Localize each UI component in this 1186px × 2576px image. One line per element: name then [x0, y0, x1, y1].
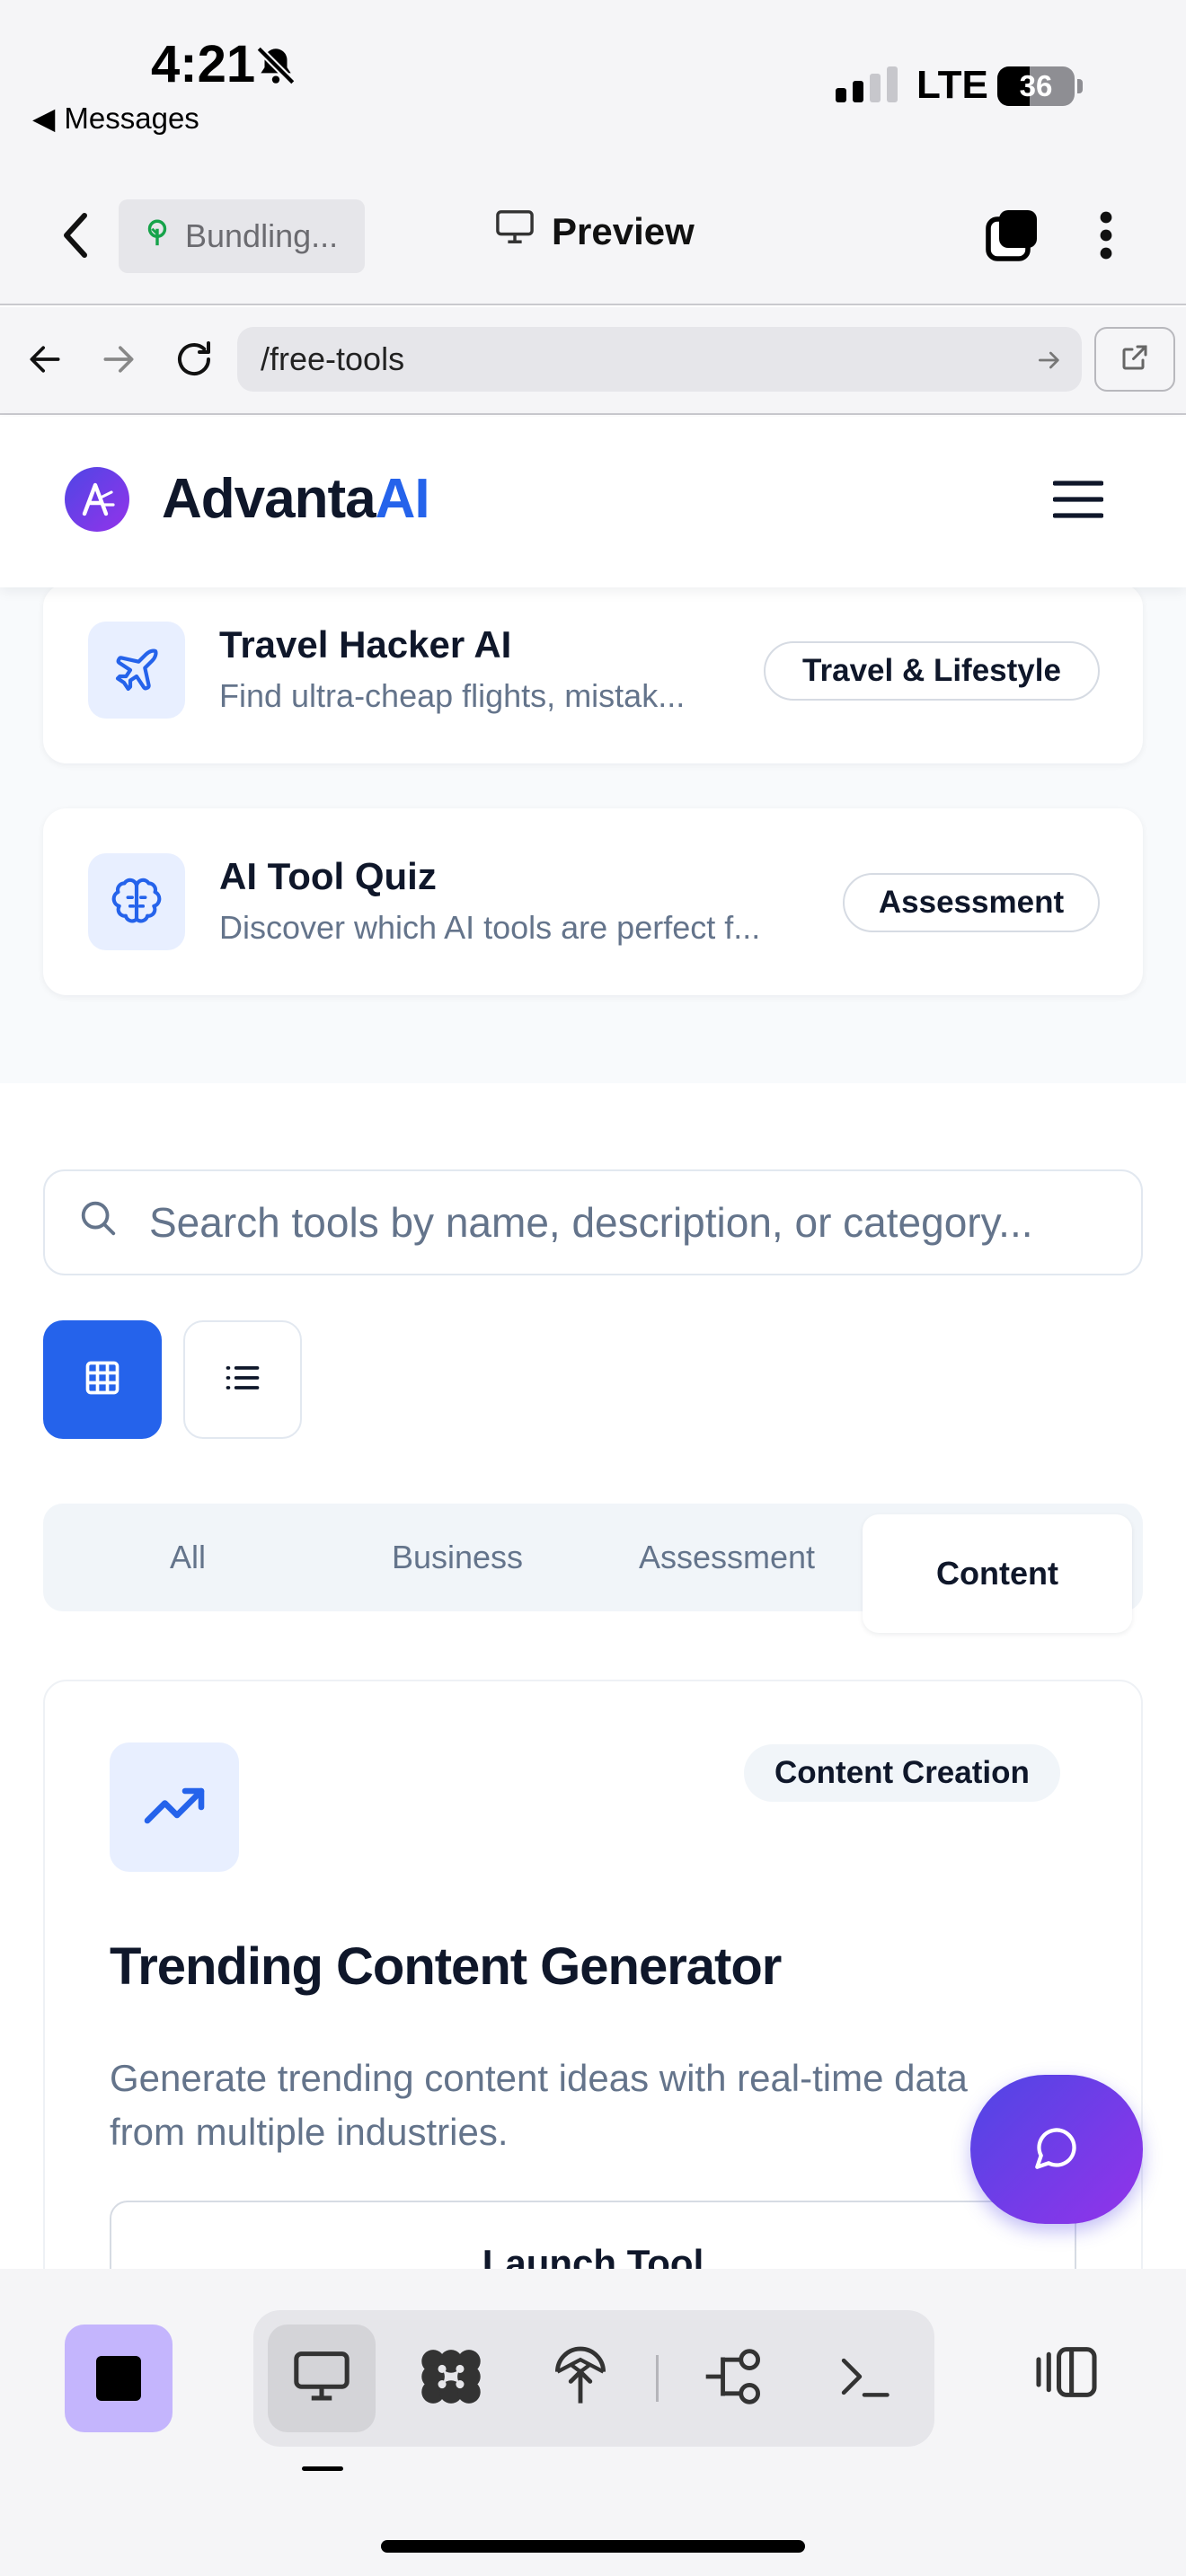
toolbar-divider: [656, 2355, 659, 2402]
search-input[interactable]: Search tools by name, description, or ca…: [43, 1169, 1143, 1275]
tool-name: AI Tool Quiz: [219, 855, 437, 897]
hamburger-menu-icon[interactable]: [1052, 480, 1104, 524]
plane-icon: [88, 622, 185, 719]
project-status-label: Bundling...: [185, 217, 339, 254]
tool-category-badge: Assessment: [843, 873, 1100, 932]
grid-icon: [83, 1358, 122, 1402]
url-path: /free-tools: [261, 340, 405, 377]
battery-level: 36: [1019, 69, 1053, 102]
back-chevron-icon[interactable]: [56, 208, 95, 267]
list-icon: [223, 1358, 262, 1402]
nav-forward-icon[interactable]: [99, 340, 138, 384]
tool-description: Discover which AI tools are perfect f...: [219, 909, 761, 946]
tool-card[interactable]: Travel Hacker AI Find ultra-cheap flight…: [43, 584, 1143, 763]
category-badge: Content Creation: [744, 1744, 1060, 1802]
chat-button[interactable]: [970, 2075, 1143, 2224]
monitor-tool-button[interactable]: [268, 2325, 376, 2432]
stop-button[interactable]: [65, 2325, 173, 2432]
tree-icon: [142, 217, 173, 256]
tool-description: Find ultra-cheap flights, mistak...: [219, 677, 686, 714]
battery-icon: 36: [997, 66, 1075, 106]
project-status-pill[interactable]: Bundling...: [119, 199, 365, 273]
status-time: 4:21: [151, 35, 256, 93]
grid-view-button[interactable]: [43, 1320, 162, 1439]
git-branch-icon: [704, 2348, 766, 2409]
back-to-messages[interactable]: ◀ Messages: [32, 101, 199, 136]
tab-all[interactable]: All: [56, 1504, 320, 1611]
tool-category-badge: Travel & Lifestyle: [764, 641, 1100, 701]
brand-main: Advanta: [162, 468, 376, 530]
network-type: LTE: [916, 63, 988, 107]
puzzle-tool-button[interactable]: [397, 2325, 505, 2432]
chat-bubble-icon: [1033, 2124, 1080, 2175]
search-icon: [77, 1197, 119, 1248]
list-view-button[interactable]: [183, 1320, 302, 1439]
search-placeholder: Search tools by name, description, or ca…: [149, 1199, 1033, 1246]
deploy-icon: [551, 2345, 610, 2413]
back-app-label: Messages: [64, 101, 199, 135]
tool-name: Travel Hacker AI: [219, 623, 512, 666]
silent-bell-icon: [253, 43, 298, 93]
monitor-icon: [291, 2349, 352, 2409]
stop-icon: [96, 2356, 141, 2401]
nav-back-icon[interactable]: [25, 340, 65, 384]
more-menu-icon[interactable]: [1098, 210, 1114, 265]
monitor-icon: [494, 208, 535, 255]
brand-name[interactable]: AdvantaAI: [162, 467, 430, 531]
home-indicator: [381, 2540, 805, 2553]
tool-description: Generate trending content ideas with rea…: [110, 2057, 968, 2153]
terminal-icon: [836, 2351, 892, 2406]
tool-card[interactable]: AI Tool Quiz Discover which AI tools are…: [43, 808, 1143, 995]
signal-icon: [836, 66, 898, 102]
brand-accent: AI: [375, 468, 430, 530]
puzzle-icon: [418, 2345, 484, 2413]
tab-assessment[interactable]: Assessment: [595, 1504, 859, 1611]
go-arrow-icon[interactable]: [1035, 345, 1064, 383]
tab-business[interactable]: Business: [325, 1504, 589, 1611]
active-tool-indicator: [302, 2466, 343, 2471]
deploy-tool-button[interactable]: [527, 2325, 634, 2432]
terminal-tool-button[interactable]: [810, 2325, 918, 2432]
external-link-icon: [1119, 341, 1151, 378]
tabs-icon[interactable]: [983, 207, 1040, 269]
url-field[interactable]: /free-tools: [237, 327, 1082, 392]
preview-tab[interactable]: Preview: [494, 208, 695, 255]
reload-icon[interactable]: [173, 338, 216, 385]
brand-logo-icon[interactable]: [65, 467, 129, 532]
tab-content[interactable]: Content: [863, 1514, 1132, 1633]
brain-icon: [88, 853, 185, 950]
trending-up-icon: [110, 1742, 239, 1872]
tool-title: Trending Content Generator: [110, 1937, 782, 1996]
open-external-button[interactable]: [1094, 327, 1175, 392]
git-tool-button[interactable]: [681, 2325, 789, 2432]
preview-label: Preview: [552, 210, 695, 252]
sidebar-toggle-icon[interactable]: [1033, 2344, 1100, 2404]
back-triangle-icon: ◀: [32, 101, 56, 135]
battery-cap: [1077, 79, 1083, 93]
